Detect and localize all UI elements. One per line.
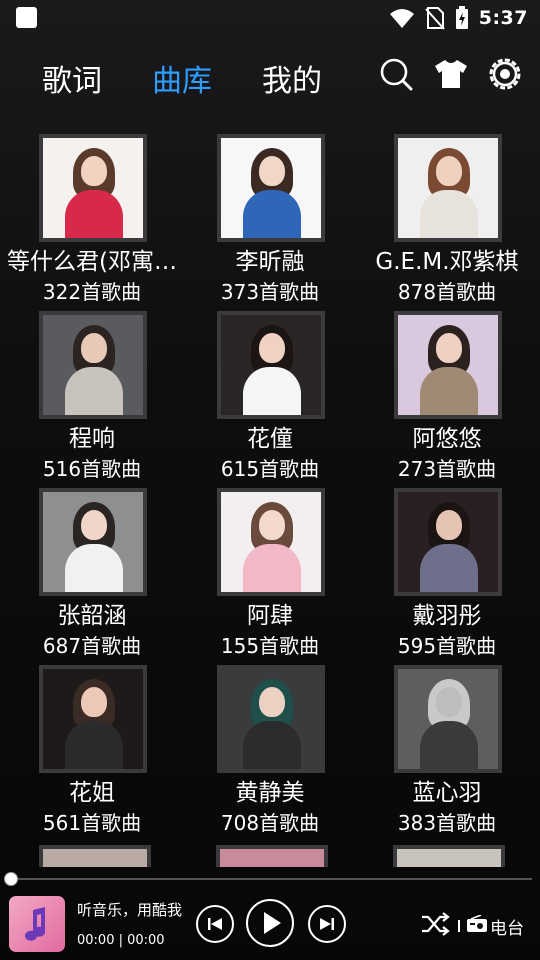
progress-knob[interactable] <box>4 872 18 886</box>
artist-name: 黄静美 <box>235 780 305 806</box>
tab-lyrics[interactable]: 歌词 <box>42 56 102 100</box>
song-count: 373首歌曲 <box>220 280 320 304</box>
wifi-icon <box>389 9 414 28</box>
artist-photo <box>394 488 502 596</box>
artist-photo <box>394 311 502 419</box>
status-icons: 5:37 <box>389 4 528 32</box>
artist-name: 蓝心羽 <box>412 780 482 806</box>
artist-name: 等什么君(邓寓… <box>7 249 177 275</box>
radio-icon[interactable] <box>466 915 488 933</box>
song-count: 322首歌曲 <box>42 280 142 304</box>
previous-icon <box>208 918 222 930</box>
artist-card[interactable]: 程响 516首歌曲 <box>3 309 181 487</box>
artist-grid: 等什么君(邓寓… 322首歌曲 李昕融 373首歌曲 G.E.M.邓紫棋 878… <box>0 132 540 862</box>
tshirt-icon[interactable] <box>433 56 469 92</box>
song-count: 878首歌曲 <box>397 280 497 304</box>
search-icon[interactable] <box>378 56 414 92</box>
song-time: 00:00 | 00:00 <box>77 933 165 948</box>
mini-player: 听音乐，用酷我 00:00 | 00:00 电台 <box>0 890 540 960</box>
top-navigation: 歌词 曲库 我的 <box>0 46 540 104</box>
artist-photo <box>217 134 325 242</box>
artist-card[interactable]: 等什么君(邓寓… 322首歌曲 <box>3 132 181 310</box>
artist-photo-partial[interactable] <box>216 845 328 867</box>
notification-icon <box>16 7 37 28</box>
artist-card[interactable]: 李昕融 373首歌曲 <box>181 132 359 310</box>
settings-icon[interactable] <box>487 56 523 92</box>
progress-bar[interactable] <box>10 878 532 880</box>
artist-name: 阿肆 <box>247 603 293 629</box>
artist-name: G.E.M.邓紫棋 <box>375 249 519 275</box>
artist-name: 程响 <box>69 426 115 452</box>
artist-name: 花姐 <box>69 780 115 806</box>
song-count: 561首歌曲 <box>42 811 142 835</box>
play-icon <box>264 912 281 934</box>
play-button[interactable] <box>246 899 294 947</box>
tab-library[interactable]: 曲库 <box>152 56 212 100</box>
artist-name: 张韶涵 <box>57 603 127 629</box>
shuffle-icon[interactable] <box>420 910 450 938</box>
artist-photo <box>39 665 147 773</box>
artist-photo-partial[interactable] <box>393 845 505 867</box>
tab-mine[interactable]: 我的 <box>262 56 322 100</box>
artist-card[interactable]: 花姐 561首歌曲 <box>3 663 181 841</box>
song-count: 708首歌曲 <box>220 811 320 835</box>
artist-photo-partial[interactable] <box>39 845 151 867</box>
status-bar: 5:37 <box>0 0 540 36</box>
no-sim-icon <box>424 7 445 30</box>
song-count: 595首歌曲 <box>397 634 497 658</box>
artist-name: 戴羽彤 <box>412 603 482 629</box>
artist-name: 阿悠悠 <box>412 426 482 452</box>
previous-button[interactable] <box>196 905 234 943</box>
artist-card[interactable]: 阿肆 155首歌曲 <box>181 486 359 664</box>
artist-card[interactable]: 张韶涵 687首歌曲 <box>3 486 181 664</box>
next-icon <box>320 918 334 930</box>
radio-label[interactable]: 电台 <box>490 914 524 939</box>
artist-photo <box>394 134 502 242</box>
song-count: 155首歌曲 <box>220 634 320 658</box>
clock: 5:37 <box>478 7 528 29</box>
artist-photo <box>217 311 325 419</box>
song-count: 273首歌曲 <box>397 457 497 481</box>
artist-photo <box>39 311 147 419</box>
artist-name: 李昕融 <box>235 249 305 275</box>
artist-card[interactable]: 阿悠悠 273首歌曲 <box>358 309 536 487</box>
artist-card[interactable]: 蓝心羽 383首歌曲 <box>358 663 536 841</box>
next-button[interactable] <box>308 905 346 943</box>
artist-card[interactable]: 戴羽彤 595首歌曲 <box>358 486 536 664</box>
battery-charging-icon <box>455 6 468 29</box>
music-note-icon <box>25 907 45 941</box>
album-cover[interactable] <box>9 896 65 952</box>
artist-card[interactable]: 花僮 615首歌曲 <box>181 309 359 487</box>
song-count: 615首歌曲 <box>220 457 320 481</box>
artist-photo <box>39 134 147 242</box>
artist-photo <box>217 665 325 773</box>
artist-photo <box>394 665 502 773</box>
song-count: 383首歌曲 <box>397 811 497 835</box>
artist-card[interactable]: 黄静美 708首歌曲 <box>181 663 359 841</box>
song-count: 516首歌曲 <box>42 457 142 481</box>
artist-name: 花僮 <box>247 426 293 452</box>
song-count: 687首歌曲 <box>42 634 142 658</box>
artist-card[interactable]: G.E.M.邓紫棋 878首歌曲 <box>358 132 536 310</box>
song-title: 听音乐，用酷我 <box>77 901 183 919</box>
artist-photo <box>39 488 147 596</box>
artist-photo <box>217 488 325 596</box>
divider <box>458 920 460 932</box>
